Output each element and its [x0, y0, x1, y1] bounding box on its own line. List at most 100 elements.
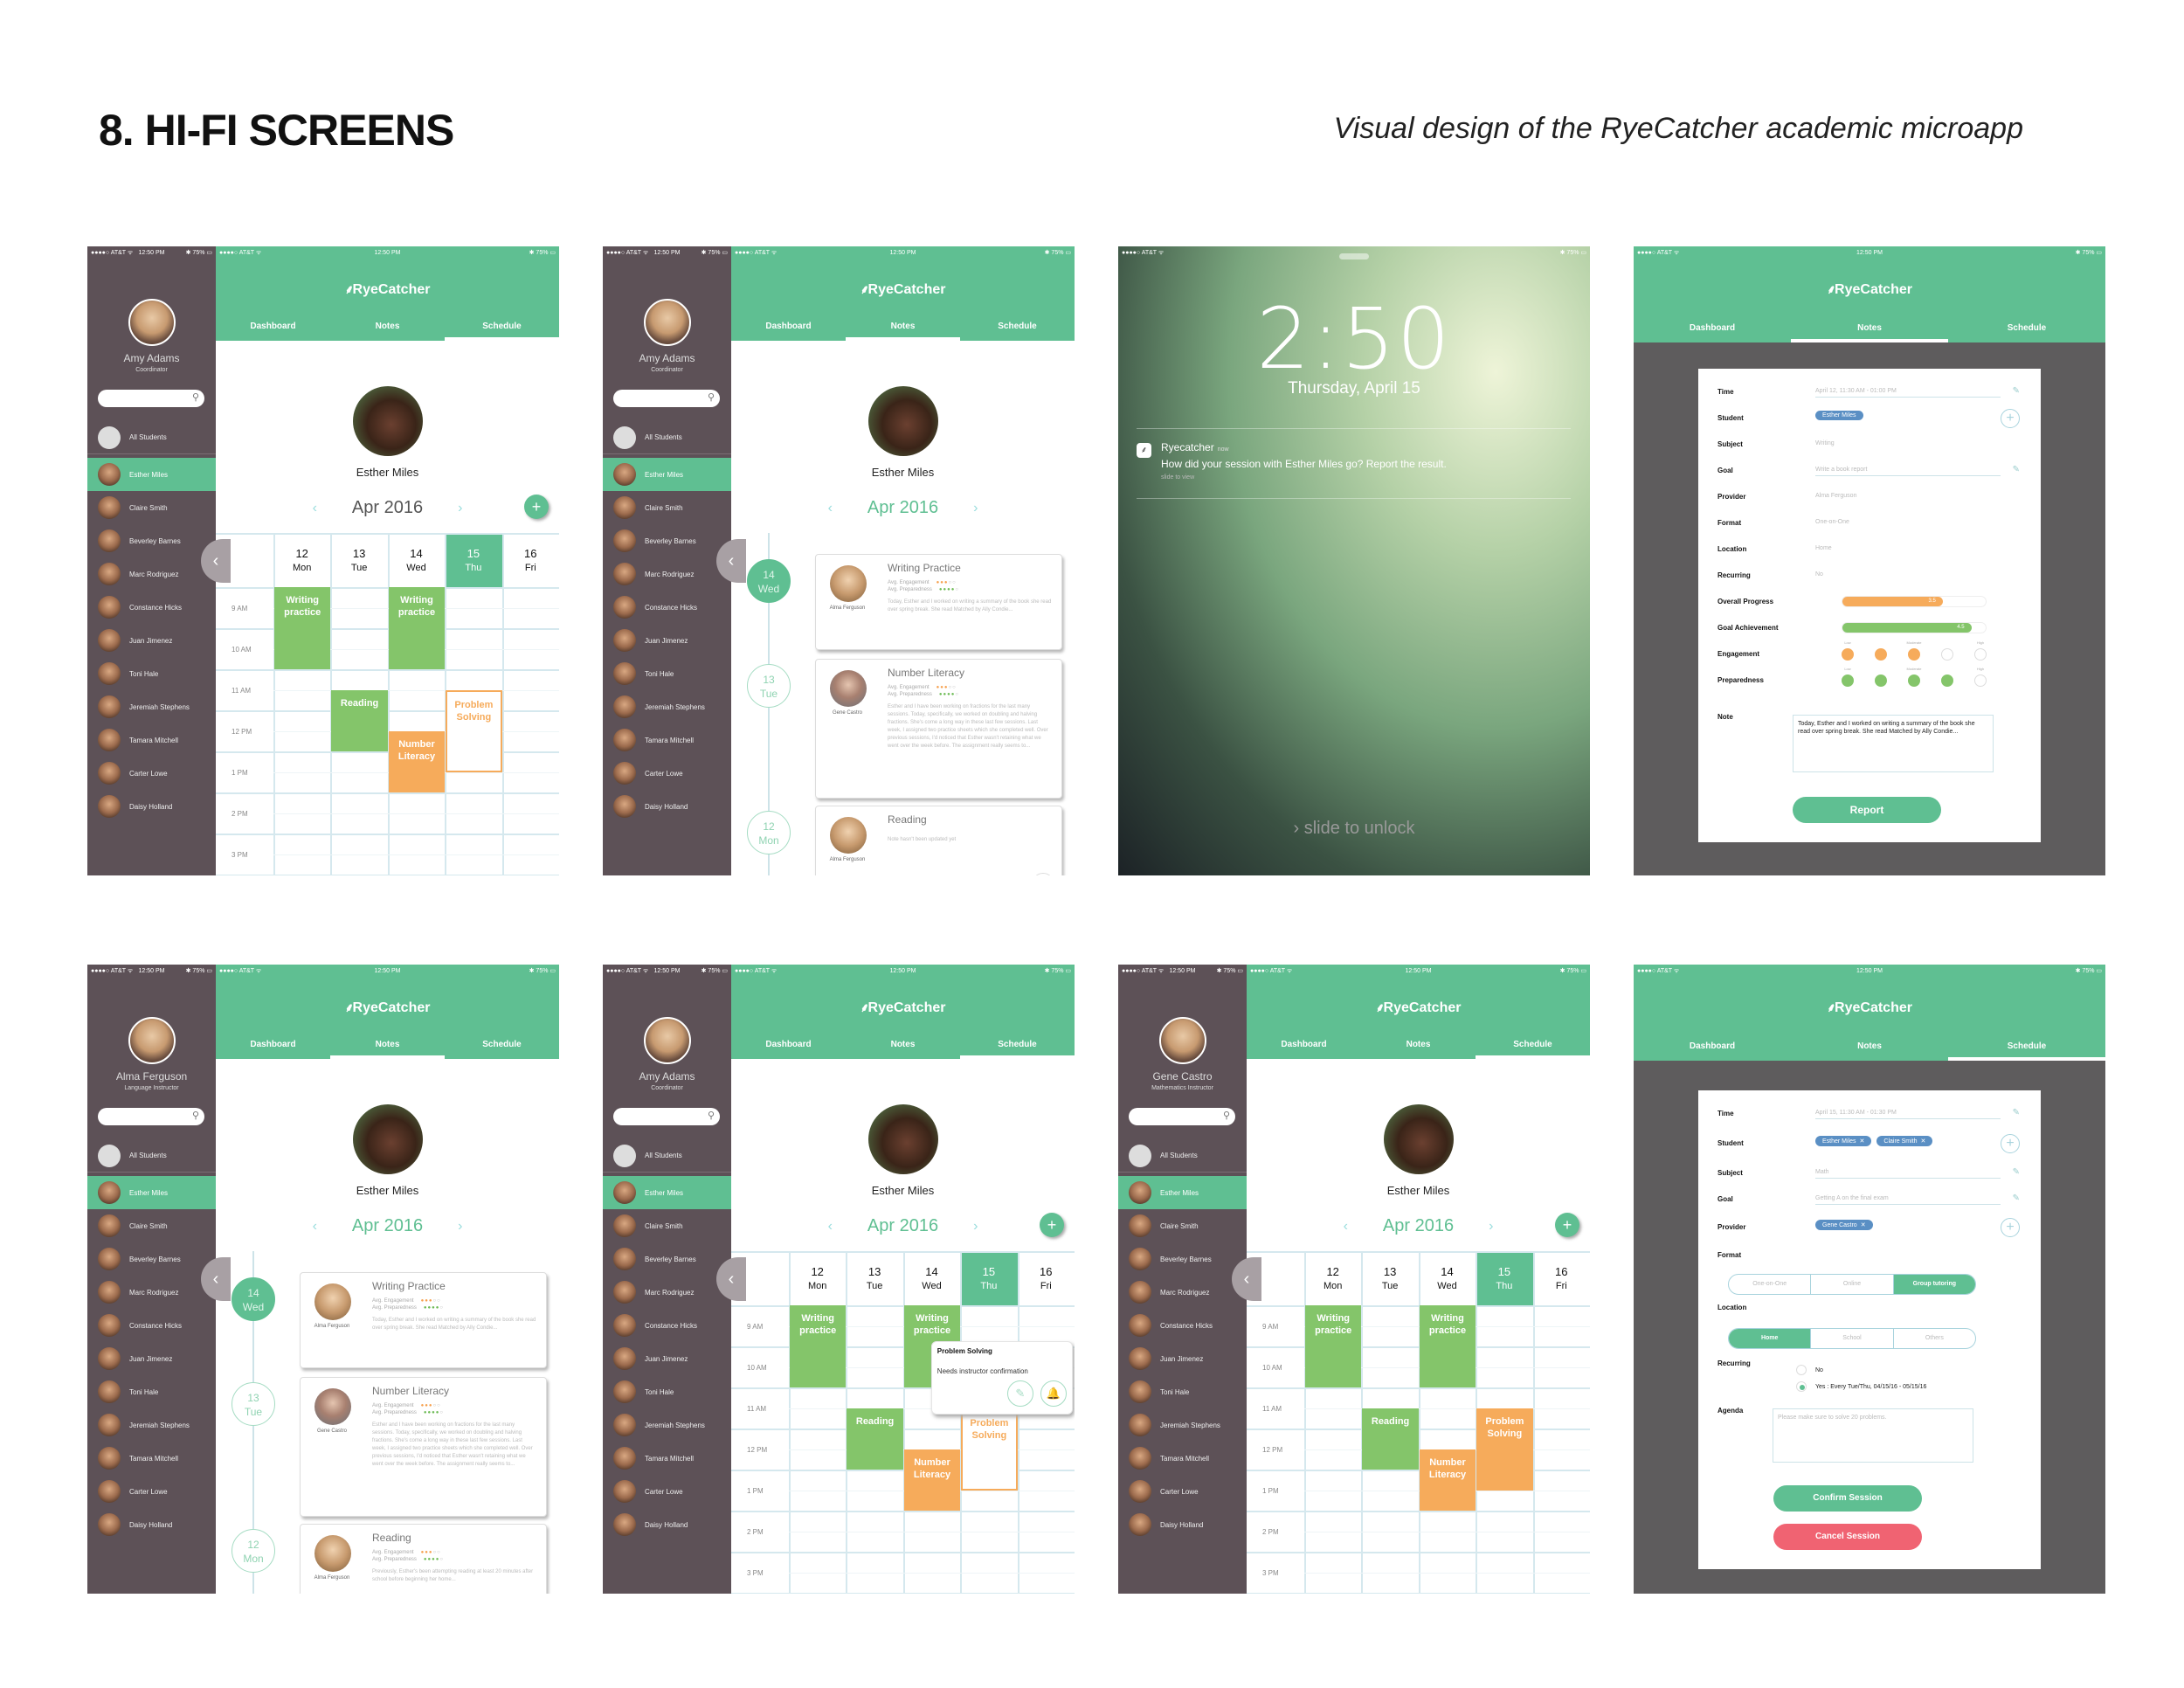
- sidebar-item-student[interactable]: Juan Jimenez: [1118, 1342, 1247, 1375]
- location-option[interactable]: School: [1811, 1329, 1894, 1348]
- next-month-button[interactable]: ›: [973, 501, 978, 516]
- time-field[interactable]: April 15, 11:30 AM - 01:30 PM: [1815, 1110, 2001, 1119]
- day-header[interactable]: 15 Thu: [1476, 1253, 1533, 1305]
- tab-dashboard[interactable]: Dashboard: [1634, 1034, 1791, 1061]
- next-month-button[interactable]: ›: [973, 1219, 978, 1235]
- tab-notes[interactable]: Notes: [846, 315, 960, 341]
- calendar-event[interactable]: Number Literacy: [1419, 1449, 1476, 1511]
- student-chip[interactable]: Esther Miles ✕: [1815, 1136, 1872, 1146]
- pencil-icon[interactable]: ✎: [2013, 1108, 2020, 1117]
- tab-dashboard[interactable]: Dashboard: [216, 1033, 330, 1059]
- sidebar-item-student[interactable]: Esther Miles: [87, 458, 216, 491]
- day-header[interactable]: 13 Tue: [330, 535, 387, 587]
- sidebar-item-student[interactable]: Toni Hale: [603, 1375, 731, 1408]
- search-input[interactable]: ⚲: [98, 1108, 204, 1125]
- sidebar-item-student[interactable]: Claire Smith: [87, 491, 216, 524]
- sidebar-item-student[interactable]: Claire Smith: [603, 1209, 731, 1242]
- day-header[interactable]: 13 Tue: [1361, 1253, 1418, 1305]
- day-header[interactable]: 16 Fri: [1018, 1253, 1075, 1305]
- sidebar-item-student[interactable]: Jeremiah Stephens: [603, 1408, 731, 1442]
- sidebar-item-student[interactable]: Tamara Mitchell: [603, 723, 731, 757]
- calendar-event[interactable]: Reading: [847, 1408, 903, 1470]
- timeline-date-node[interactable]: 13 Tue: [232, 1382, 275, 1426]
- sidebar-item-student[interactable]: Beverley Barnes: [1118, 1242, 1247, 1276]
- sidebar-item-student[interactable]: Carter Lowe: [87, 1475, 216, 1508]
- sidebar-item-student[interactable]: Juan Jimenez: [603, 1342, 731, 1375]
- search-icon[interactable]: ⚲: [1223, 1110, 1230, 1121]
- bell-icon[interactable]: 🔔: [1040, 1380, 1067, 1407]
- calendar-event[interactable]: Writing practice: [1419, 1305, 1476, 1387]
- calendar-event[interactable]: Writing practice: [388, 587, 446, 669]
- tab-notes[interactable]: Notes: [330, 1033, 445, 1059]
- rating-dot[interactable]: [1941, 648, 1953, 661]
- tab-schedule[interactable]: Schedule: [960, 315, 1075, 341]
- rating-dot[interactable]: Low: [1842, 667, 1854, 687]
- sidebar-item-student[interactable]: Juan Jimenez: [87, 1342, 216, 1375]
- rating-dot[interactable]: High: [1974, 667, 1987, 687]
- sidebar-item-student[interactable]: Daisy Holland: [603, 790, 731, 823]
- sidebar-item-student[interactable]: Tamara Mitchell: [603, 1442, 731, 1475]
- format-option[interactable]: One-on-One: [1729, 1275, 1812, 1294]
- calendar-event[interactable]: Reading: [331, 689, 388, 751]
- search-input[interactable]: ⚲: [98, 390, 204, 407]
- sidebar-item-student[interactable]: Tamara Mitchell: [87, 723, 216, 757]
- sidebar-item-student[interactable]: Beverley Barnes: [603, 1242, 731, 1276]
- goal-field[interactable]: Getting A on the final exam: [1815, 1195, 2001, 1205]
- calendar-event[interactable]: Problem Solving: [446, 689, 502, 772]
- sidebar-item-student[interactable]: Carter Lowe: [603, 1475, 731, 1508]
- tab-schedule[interactable]: Schedule: [445, 1033, 559, 1059]
- sidebar-item-student[interactable]: Constance Hicks: [1118, 1309, 1247, 1342]
- sidebar-item-student[interactable]: Constance Hicks: [603, 1309, 731, 1342]
- next-month-button[interactable]: ›: [1489, 1219, 1493, 1235]
- remove-icon[interactable]: ✕: [1860, 1138, 1865, 1145]
- remove-icon[interactable]: ✕: [1921, 1138, 1926, 1145]
- sidebar-item-student[interactable]: Carter Lowe: [1118, 1475, 1247, 1508]
- recurring-no-radio[interactable]: No: [1796, 1365, 1823, 1375]
- day-header[interactable]: 12 Mon: [273, 535, 330, 587]
- day-header[interactable]: 12 Mon: [789, 1253, 846, 1305]
- sidebar-item-student[interactable]: Jeremiah Stephens: [87, 690, 216, 723]
- sidebar-item-student[interactable]: Toni Hale: [87, 1375, 216, 1408]
- agenda-textarea[interactable]: Please make sure to solve 20 problems.: [1773, 1408, 1973, 1463]
- sidebar-item-student[interactable]: Claire Smith: [87, 1209, 216, 1242]
- tab-notes[interactable]: Notes: [330, 315, 445, 341]
- overall-progress-bar[interactable]: 3.5: [1842, 596, 1987, 607]
- calendar-event[interactable]: Reading: [1362, 1408, 1419, 1470]
- sidebar-item-student[interactable]: Marc Rodriguez: [1118, 1276, 1247, 1309]
- calendar-event[interactable]: Problem Solving: [1476, 1408, 1533, 1491]
- note-card[interactable]: Alma Ferguson Writing Practice Avg. Engage…: [300, 1272, 547, 1368]
- search-icon[interactable]: ⚲: [192, 391, 199, 403]
- bell-icon[interactable]: 🔔: [1032, 873, 1054, 875]
- calendar-event[interactable]: Number Literacy: [903, 1449, 961, 1511]
- sidebar-item-student[interactable]: Claire Smith: [1118, 1209, 1247, 1242]
- tab-notes[interactable]: Notes: [1361, 1033, 1476, 1059]
- calendar-event[interactable]: Problem Solving: [961, 1408, 1018, 1491]
- calendar-event[interactable]: Number Literacy: [388, 730, 446, 792]
- day-header[interactable]: 13 Tue: [846, 1253, 902, 1305]
- note-card[interactable]: Gene Castro Number Literacy Avg. Engagemen…: [300, 1377, 547, 1517]
- pencil-icon[interactable]: ✎: [2013, 1167, 2020, 1177]
- tab-dashboard[interactable]: Dashboard: [216, 315, 330, 341]
- location-option[interactable]: Others: [1894, 1329, 1975, 1348]
- rating-dot[interactable]: High: [1974, 640, 1987, 661]
- note-card[interactable]: Alma Ferguson Reading Avg. Engagement ●●●○○…: [300, 1524, 547, 1594]
- sidebar-item-student[interactable]: Marc Rodriguez: [603, 557, 731, 591]
- note-card[interactable]: Alma Ferguson Reading Note hasn't been upd…: [815, 806, 1062, 875]
- prev-month-button[interactable]: ‹: [313, 1219, 317, 1235]
- sidebar-item-student[interactable]: Tamara Mitchell: [87, 1442, 216, 1475]
- sidebar-item-student[interactable]: Constance Hicks: [87, 591, 216, 624]
- sidebar-item-student[interactable]: Esther Miles: [87, 1176, 216, 1209]
- slide-to-unlock[interactable]: › slide to unlock: [1118, 819, 1590, 839]
- remove-icon[interactable]: ✕: [1861, 1222, 1866, 1228]
- sidebar-item-student[interactable]: Marc Rodriguez: [603, 1276, 731, 1309]
- sidebar-item-student[interactable]: Daisy Holland: [87, 1508, 216, 1541]
- tab-schedule[interactable]: Schedule: [960, 1033, 1075, 1059]
- timeline-date-node[interactable]: 14 Wed: [747, 559, 791, 603]
- day-header[interactable]: 12 Mon: [1304, 1253, 1361, 1305]
- sidebar-item-student[interactable]: Jeremiah Stephens: [603, 690, 731, 723]
- sidebar-item-student[interactable]: Juan Jimenez: [603, 624, 731, 657]
- add-session-button[interactable]: +: [1040, 1213, 1064, 1237]
- add-student-icon[interactable]: +: [2001, 409, 2020, 428]
- sidebar-item-all-students[interactable]: All Students: [603, 421, 731, 454]
- search-input[interactable]: ⚲: [1129, 1108, 1235, 1125]
